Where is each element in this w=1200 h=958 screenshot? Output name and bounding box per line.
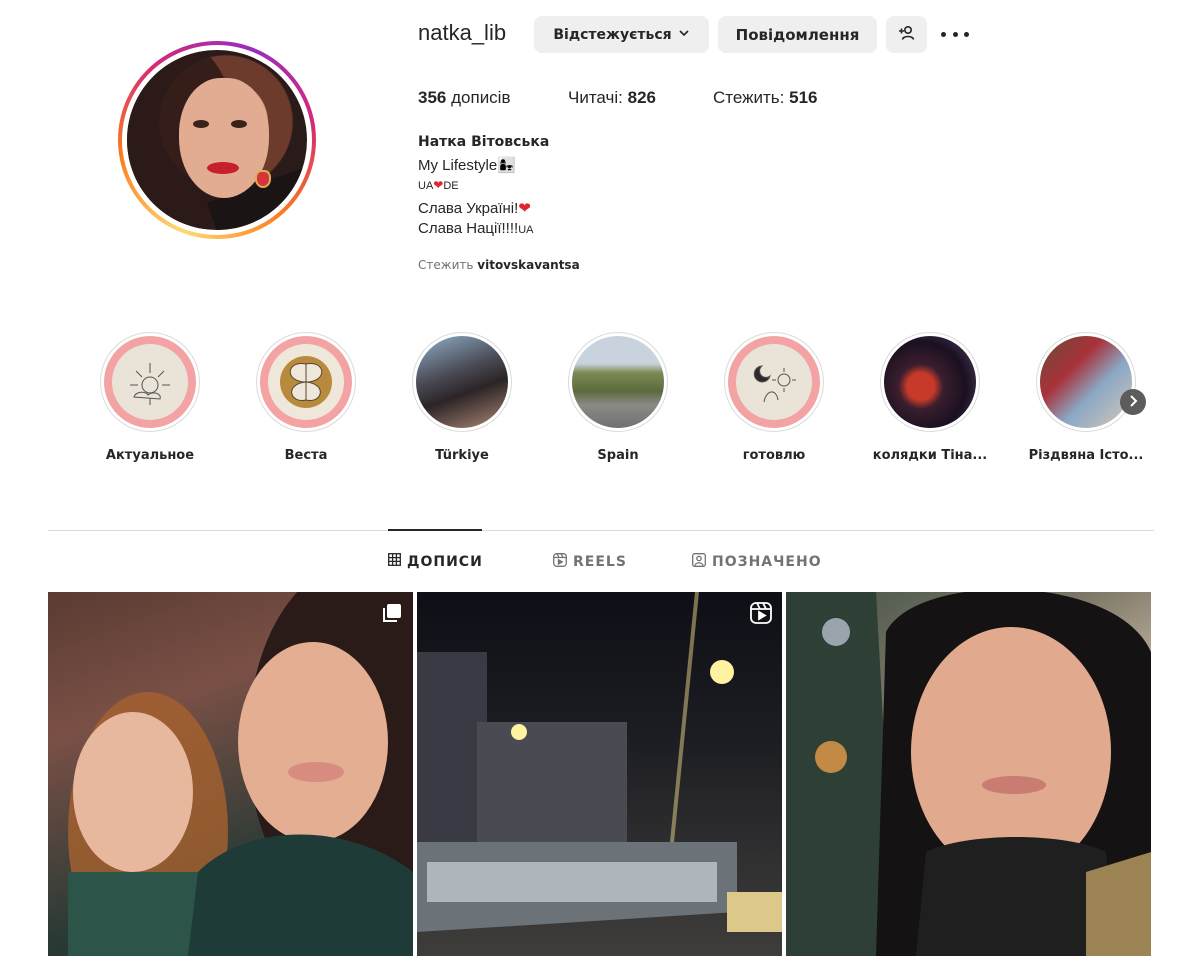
bio-line: Слава Україні!❤	[418, 200, 531, 217]
highlight-item[interactable]: колядки Тіна...	[870, 332, 990, 463]
highlights-next-button[interactable]	[1120, 389, 1146, 415]
following-button[interactable]: Відстежується	[534, 16, 709, 53]
active-tab-indicator	[388, 529, 482, 531]
heart-icon: ❤	[518, 200, 531, 217]
bio-line: Слава Нації!!!!UA	[418, 220, 534, 237]
chevron-right-icon	[1128, 394, 1138, 410]
reels-icon	[553, 553, 567, 571]
highlight-label: Türkiye	[435, 448, 489, 463]
post-image	[786, 592, 1151, 956]
profile-avatar[interactable]	[118, 41, 316, 239]
highlight-photo	[884, 336, 976, 428]
butterfly-icon	[268, 344, 344, 420]
post-thumbnail[interactable]	[48, 592, 413, 956]
tab-tagged-label: ПОЗНАЧЕНО	[712, 554, 822, 570]
tab-reels-label: REELS	[573, 554, 627, 570]
more-options-button[interactable]	[941, 24, 969, 44]
sun-cloud-icon	[112, 344, 188, 420]
stat-followers[interactable]: Читачі: 826	[568, 88, 656, 108]
tabs-divider	[48, 530, 1154, 531]
highlight-item[interactable]: Türkiye	[402, 332, 522, 463]
bio-full-name: Натка Вітовська	[418, 134, 550, 150]
bio-line: UA❤DE	[418, 178, 459, 192]
highlight-label: Актуальное	[105, 448, 195, 463]
highlight-item[interactable]: готовлю	[714, 332, 834, 463]
grid-icon	[388, 553, 401, 570]
profile-username: natka_lib	[418, 20, 507, 45]
post-thumbnail[interactable]	[786, 592, 1151, 956]
stat-following[interactable]: Стежить: 516	[713, 88, 817, 108]
family-emoji-icon: 👩‍👧	[497, 157, 516, 174]
highlight-photo	[572, 336, 664, 428]
carousel-icon	[381, 602, 403, 624]
moon-sun-icon	[736, 344, 812, 420]
tab-reels[interactable]: REELS	[553, 553, 627, 571]
highlight-label: Spain	[597, 448, 639, 463]
reels-icon	[750, 602, 772, 624]
tagged-person-icon	[692, 553, 706, 571]
highlight-photo	[1040, 336, 1132, 428]
post-image	[68, 592, 413, 956]
highlight-label: готовлю	[742, 448, 806, 463]
highlight-label: колядки Тіна...	[872, 448, 988, 463]
highlight-label: Різдвяна Істо...	[1028, 448, 1144, 463]
highlight-label: Веста	[284, 448, 328, 463]
highlight-photo	[416, 336, 508, 428]
following-button-label: Відстежується	[553, 26, 672, 43]
message-button-label: Повідомлення	[735, 25, 860, 44]
highlight-item[interactable]: Актуальное	[90, 332, 210, 463]
heart-icon: ❤	[433, 178, 444, 192]
post-thumbnail[interactable]	[417, 592, 782, 956]
tab-posts-label: ДОПИСИ	[407, 553, 483, 570]
followed-by[interactable]: Стежить vitovskavantsa	[418, 258, 580, 272]
avatar-photo	[127, 50, 307, 230]
bio-line: My Lifestyle👩‍👧	[418, 157, 516, 174]
tab-posts[interactable]: ДОПИСИ	[388, 553, 483, 570]
chevron-down-icon	[678, 27, 690, 43]
post-image	[417, 592, 782, 932]
message-button[interactable]: Повідомлення	[718, 16, 877, 53]
more-horizontal-icon	[941, 31, 946, 37]
person-add-icon	[898, 25, 916, 45]
highlight-item[interactable]: Spain	[558, 332, 678, 463]
stat-posts: 356 дописів	[418, 88, 511, 107]
highlight-item[interactable]: Веста	[246, 332, 366, 463]
add-user-button[interactable]	[886, 16, 927, 53]
tab-tagged[interactable]: ПОЗНАЧЕНО	[692, 553, 822, 571]
